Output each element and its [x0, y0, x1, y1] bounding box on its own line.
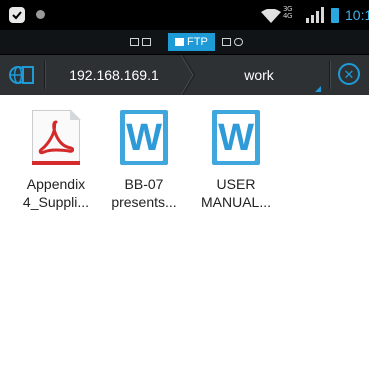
file-name-line: presents... — [111, 194, 177, 210]
status-time: 10:19 — [345, 7, 369, 23]
close-icon: ✕ — [343, 66, 355, 82]
divider — [44, 61, 45, 89]
network-type-icon: 3G 4G — [283, 5, 292, 20]
breadcrumb-item-folder[interactable]: work — [196, 55, 322, 95]
file-name-line: MANUAL... — [200, 194, 271, 210]
file-item[interactable]: W BB-07 presents... — [96, 110, 192, 211]
network-storage-button[interactable] — [0, 55, 44, 95]
chevron-right-icon — [181, 55, 195, 95]
file-item[interactable]: Appendix 4_Suppli... — [8, 109, 104, 211]
word-file-icon: W — [120, 110, 168, 165]
file-name-line: USER — [216, 176, 256, 192]
close-button[interactable]: ✕ — [338, 63, 360, 85]
monitor-icon — [222, 38, 231, 46]
status-bar: 3G 4G 10:19 — [0, 0, 369, 30]
word-file-icon: W — [212, 110, 260, 165]
phone-icon — [142, 38, 151, 46]
ftp-mode-button[interactable]: FTP — [168, 33, 215, 51]
dot-icon — [36, 10, 45, 19]
cloud-icon — [234, 38, 243, 46]
network-storage-icon — [9, 66, 34, 84]
file-name: Appendix 4_Suppli... — [8, 175, 104, 211]
file-grid: Appendix 4_Suppli... W BB-07 presents...… — [0, 95, 369, 392]
file-item[interactable]: W USER MANUAL... — [188, 110, 284, 211]
lan-icon — [130, 38, 139, 46]
signal-icon — [306, 7, 324, 23]
battery-icon — [331, 8, 339, 23]
pdf-file-icon — [32, 109, 81, 165]
lan-mode-button[interactable] — [130, 36, 151, 48]
file-name-line: BB-07 — [124, 176, 164, 192]
breadcrumb: 192.168.169.1 work ✕ — [0, 55, 369, 95]
file-name-line: 4_Suppli... — [22, 194, 90, 210]
file-name: USER MANUAL... — [188, 175, 284, 211]
file-name: BB-07 presents... — [96, 175, 192, 211]
connection-mode-bar: FTP — [0, 30, 369, 55]
ftp-mode-label: FTP — [187, 36, 208, 48]
wifi-icon — [261, 9, 281, 23]
file-name-line: Appendix — [26, 176, 86, 192]
dropdown-corner-icon — [315, 86, 321, 92]
divider — [329, 61, 330, 89]
cloud-mode-button[interactable] — [222, 36, 243, 48]
ftp-icon — [175, 38, 184, 46]
breadcrumb-item-server[interactable]: 192.168.169.1 — [46, 55, 182, 95]
checkbox-icon — [9, 7, 25, 23]
